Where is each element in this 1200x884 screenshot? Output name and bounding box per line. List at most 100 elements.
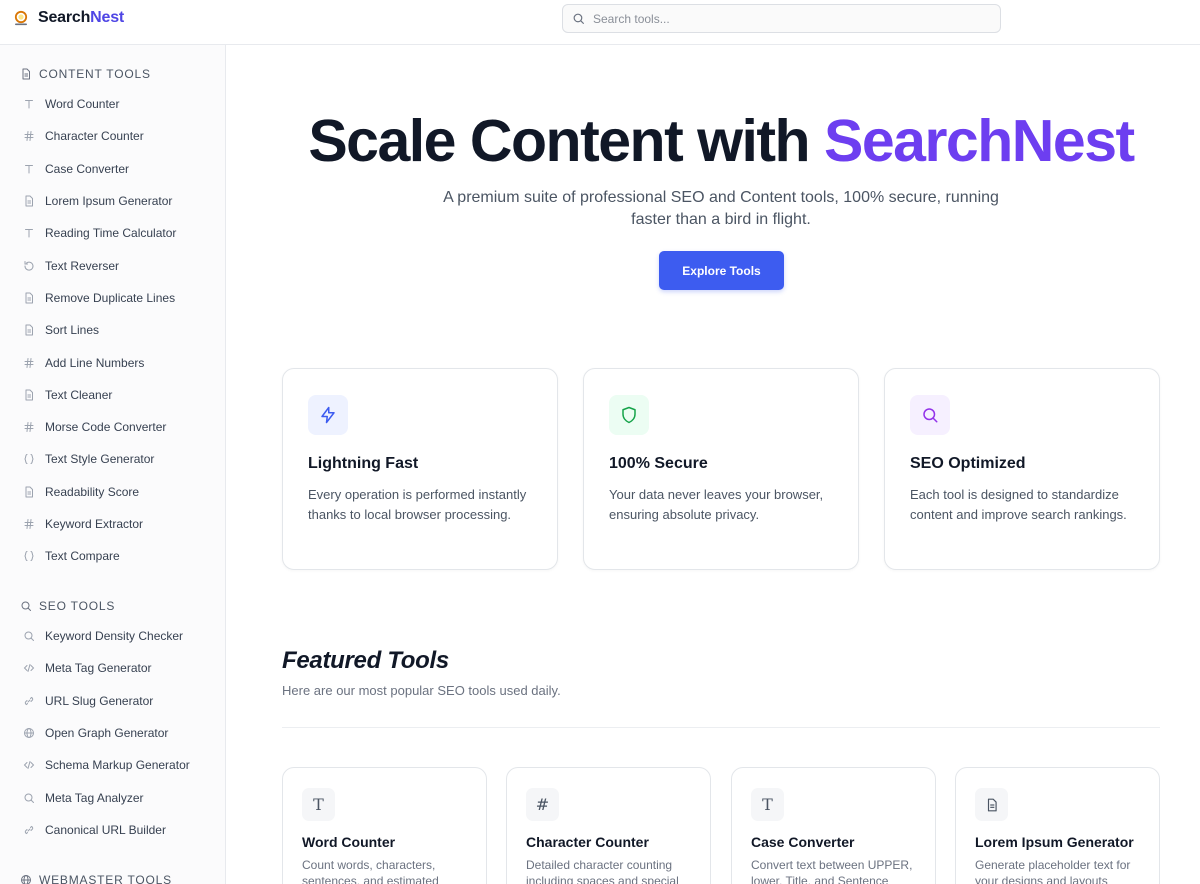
sidebar-item-label: Text Reverser (45, 258, 120, 273)
hero-title: Scale Content with SearchNest (226, 107, 1200, 175)
shield-icon (609, 395, 649, 435)
hash-icon (22, 357, 35, 369)
section-divider (282, 727, 1160, 728)
featured-tools-heading: Featured Tools (282, 647, 449, 674)
type-icon: T (302, 788, 335, 821)
search-icon (573, 13, 584, 24)
search-icon (22, 630, 35, 642)
brand-name: SearchNest (38, 9, 124, 27)
logo-icon (14, 10, 28, 26)
hash-icon (22, 518, 35, 530)
feature-card-seo-optimized: SEO Optimized Each tool is designed to s… (884, 368, 1160, 570)
brand-logo-link[interactable]: SearchNest (12, 9, 124, 27)
sidebar-section: WEBMASTER TOOLS (0, 870, 225, 884)
hero-title-accent: SearchNest (823, 108, 1135, 174)
sidebar-section-title: WEBMASTER TOOLS (0, 870, 225, 884)
globe-icon (20, 874, 32, 884)
explore-tools-button[interactable]: Explore Tools (659, 251, 784, 290)
sidebar-item[interactable]: Keyword Extractor (0, 508, 225, 540)
search-icon (22, 792, 35, 804)
sidebar-section: CONTENT TOOLS Word Counter Character Count… (0, 64, 225, 572)
sidebar-item[interactable]: Remove Duplicate Lines (0, 282, 225, 314)
sidebar-item[interactable]: Schema Markup Generator (0, 749, 225, 781)
code-icon (22, 662, 35, 674)
feature-description: Your data never leaves your browser, ens… (609, 487, 824, 522)
sidebar-item[interactable]: Keyword Density Checker (0, 620, 225, 652)
hash-icon (22, 130, 35, 142)
sidebar-item[interactable]: Lorem Ipsum Generator (0, 185, 225, 217)
sidebar-section: SEO TOOLS Keyword Density Checker Meta Tag… (0, 596, 225, 846)
sidebar-item[interactable]: Text Reverser (0, 249, 225, 281)
document-icon (22, 324, 35, 336)
sidebar-item[interactable]: Sort Lines (0, 314, 225, 346)
sidebar-item-label: Readability Score (45, 484, 140, 499)
sidebar-item[interactable]: Add Line Numbers (0, 346, 225, 378)
sidebar-section-title: CONTENT TOOLS (0, 64, 225, 84)
search-icon (910, 395, 950, 435)
sidebar-section-label: SEO TOOLS (39, 599, 116, 613)
document-icon (975, 788, 1008, 821)
document-icon (22, 486, 35, 498)
sidebar-item-label: Morse Code Converter (45, 420, 167, 435)
tool-card-title: Lorem Ipsum Generator (975, 834, 1134, 850)
sidebar-item[interactable]: Character Counter (0, 120, 225, 152)
hero-title-main: Scale Content with (308, 108, 824, 174)
tool-card-word-counter[interactable]: T Word Counter Count words, characters, … (282, 767, 487, 884)
sidebar-item-label: Case Converter (45, 161, 130, 176)
sidebar-item[interactable]: Reading Time Calculator (0, 217, 225, 249)
feature-description: Each tool is designed to standardize con… (910, 487, 1127, 522)
feature-description: Every operation is performed instantly t… (308, 487, 527, 522)
sidebar-item[interactable]: Readability Score (0, 476, 225, 508)
globe-icon (22, 727, 35, 739)
type-icon (22, 227, 35, 239)
hero-subtitle: A premium suite of professional SEO and … (443, 189, 999, 228)
tool-card-description: Generate placeholder text for your desig… (975, 858, 1131, 884)
hash-icon (22, 421, 35, 433)
sidebar-item[interactable]: Meta Tag Analyzer (0, 781, 225, 813)
sidebar-item-label: Text Compare (45, 549, 120, 564)
sidebar-section-label: CONTENT TOOLS (39, 67, 151, 81)
feature-title: 100% Secure (609, 455, 708, 472)
tool-card-description: Convert text between UPPER, lower, Title… (751, 858, 913, 884)
sidebar-item[interactable]: Word Counter (0, 88, 225, 120)
feature-card-secure: 100% Secure Your data never leaves your … (583, 368, 859, 570)
feature-title: SEO Optimized (910, 455, 1026, 472)
sidebar-item-label: Text Cleaner (45, 387, 113, 402)
search-input[interactable] (593, 11, 973, 26)
sidebar-item[interactable]: Open Graph Generator (0, 717, 225, 749)
tool-card-title: Word Counter (302, 834, 396, 850)
sidebar-item[interactable]: URL Slug Generator (0, 685, 225, 717)
feature-title: Lightning Fast (308, 455, 419, 472)
rotate-icon (22, 260, 35, 272)
search-box[interactable] (562, 4, 1001, 33)
sidebar-item[interactable]: Text Cleaner (0, 379, 225, 411)
feature-card-lightning-fast: Lightning Fast Every operation is perfor… (282, 368, 558, 570)
sidebar-item[interactable]: Case Converter (0, 153, 225, 185)
sidebar-section-label: WEBMASTER TOOLS (39, 873, 172, 884)
tool-card-description: Count words, characters, sentences, and … (302, 858, 439, 884)
sidebar-item[interactable]: Text Style Generator (0, 443, 225, 475)
tool-card-lorem-ipsum-generator[interactable]: Lorem Ipsum Generator Generate placehold… (955, 767, 1160, 884)
featured-tools-subtitle: Here are our most popular SEO tools used… (282, 683, 561, 698)
sidebar: CONTENT TOOLS Word Counter Character Count… (0, 45, 226, 884)
braces-icon (22, 550, 35, 562)
sidebar-item-label: Sort Lines (45, 323, 100, 338)
tool-card-case-converter[interactable]: T Case Converter Convert text between UP… (731, 767, 936, 884)
sidebar-item-label: Text Style Generator (45, 452, 155, 467)
type-icon (22, 98, 35, 110)
sidebar-item-label: Character Counter (45, 129, 144, 144)
sidebar-item[interactable]: Meta Tag Generator (0, 652, 225, 684)
document-icon (20, 68, 32, 80)
type-icon: T (751, 788, 784, 821)
type-icon (22, 163, 35, 175)
sidebar-item-label: Keyword Extractor (45, 517, 144, 531)
tool-card-character-counter[interactable]: # Character Counter Detailed character c… (506, 767, 711, 884)
sidebar-item[interactable]: Canonical URL Builder (0, 814, 225, 846)
tool-card-title: Case Converter (751, 834, 855, 850)
sidebar-item[interactable]: Text Compare (0, 540, 225, 572)
sidebar-item[interactable]: Morse Code Converter (0, 411, 225, 443)
sidebar-item-label: Keyword Density Checker (45, 629, 184, 644)
link-icon (22, 695, 35, 707)
tool-card-title: Character Counter (526, 834, 649, 850)
search-icon (20, 600, 32, 612)
